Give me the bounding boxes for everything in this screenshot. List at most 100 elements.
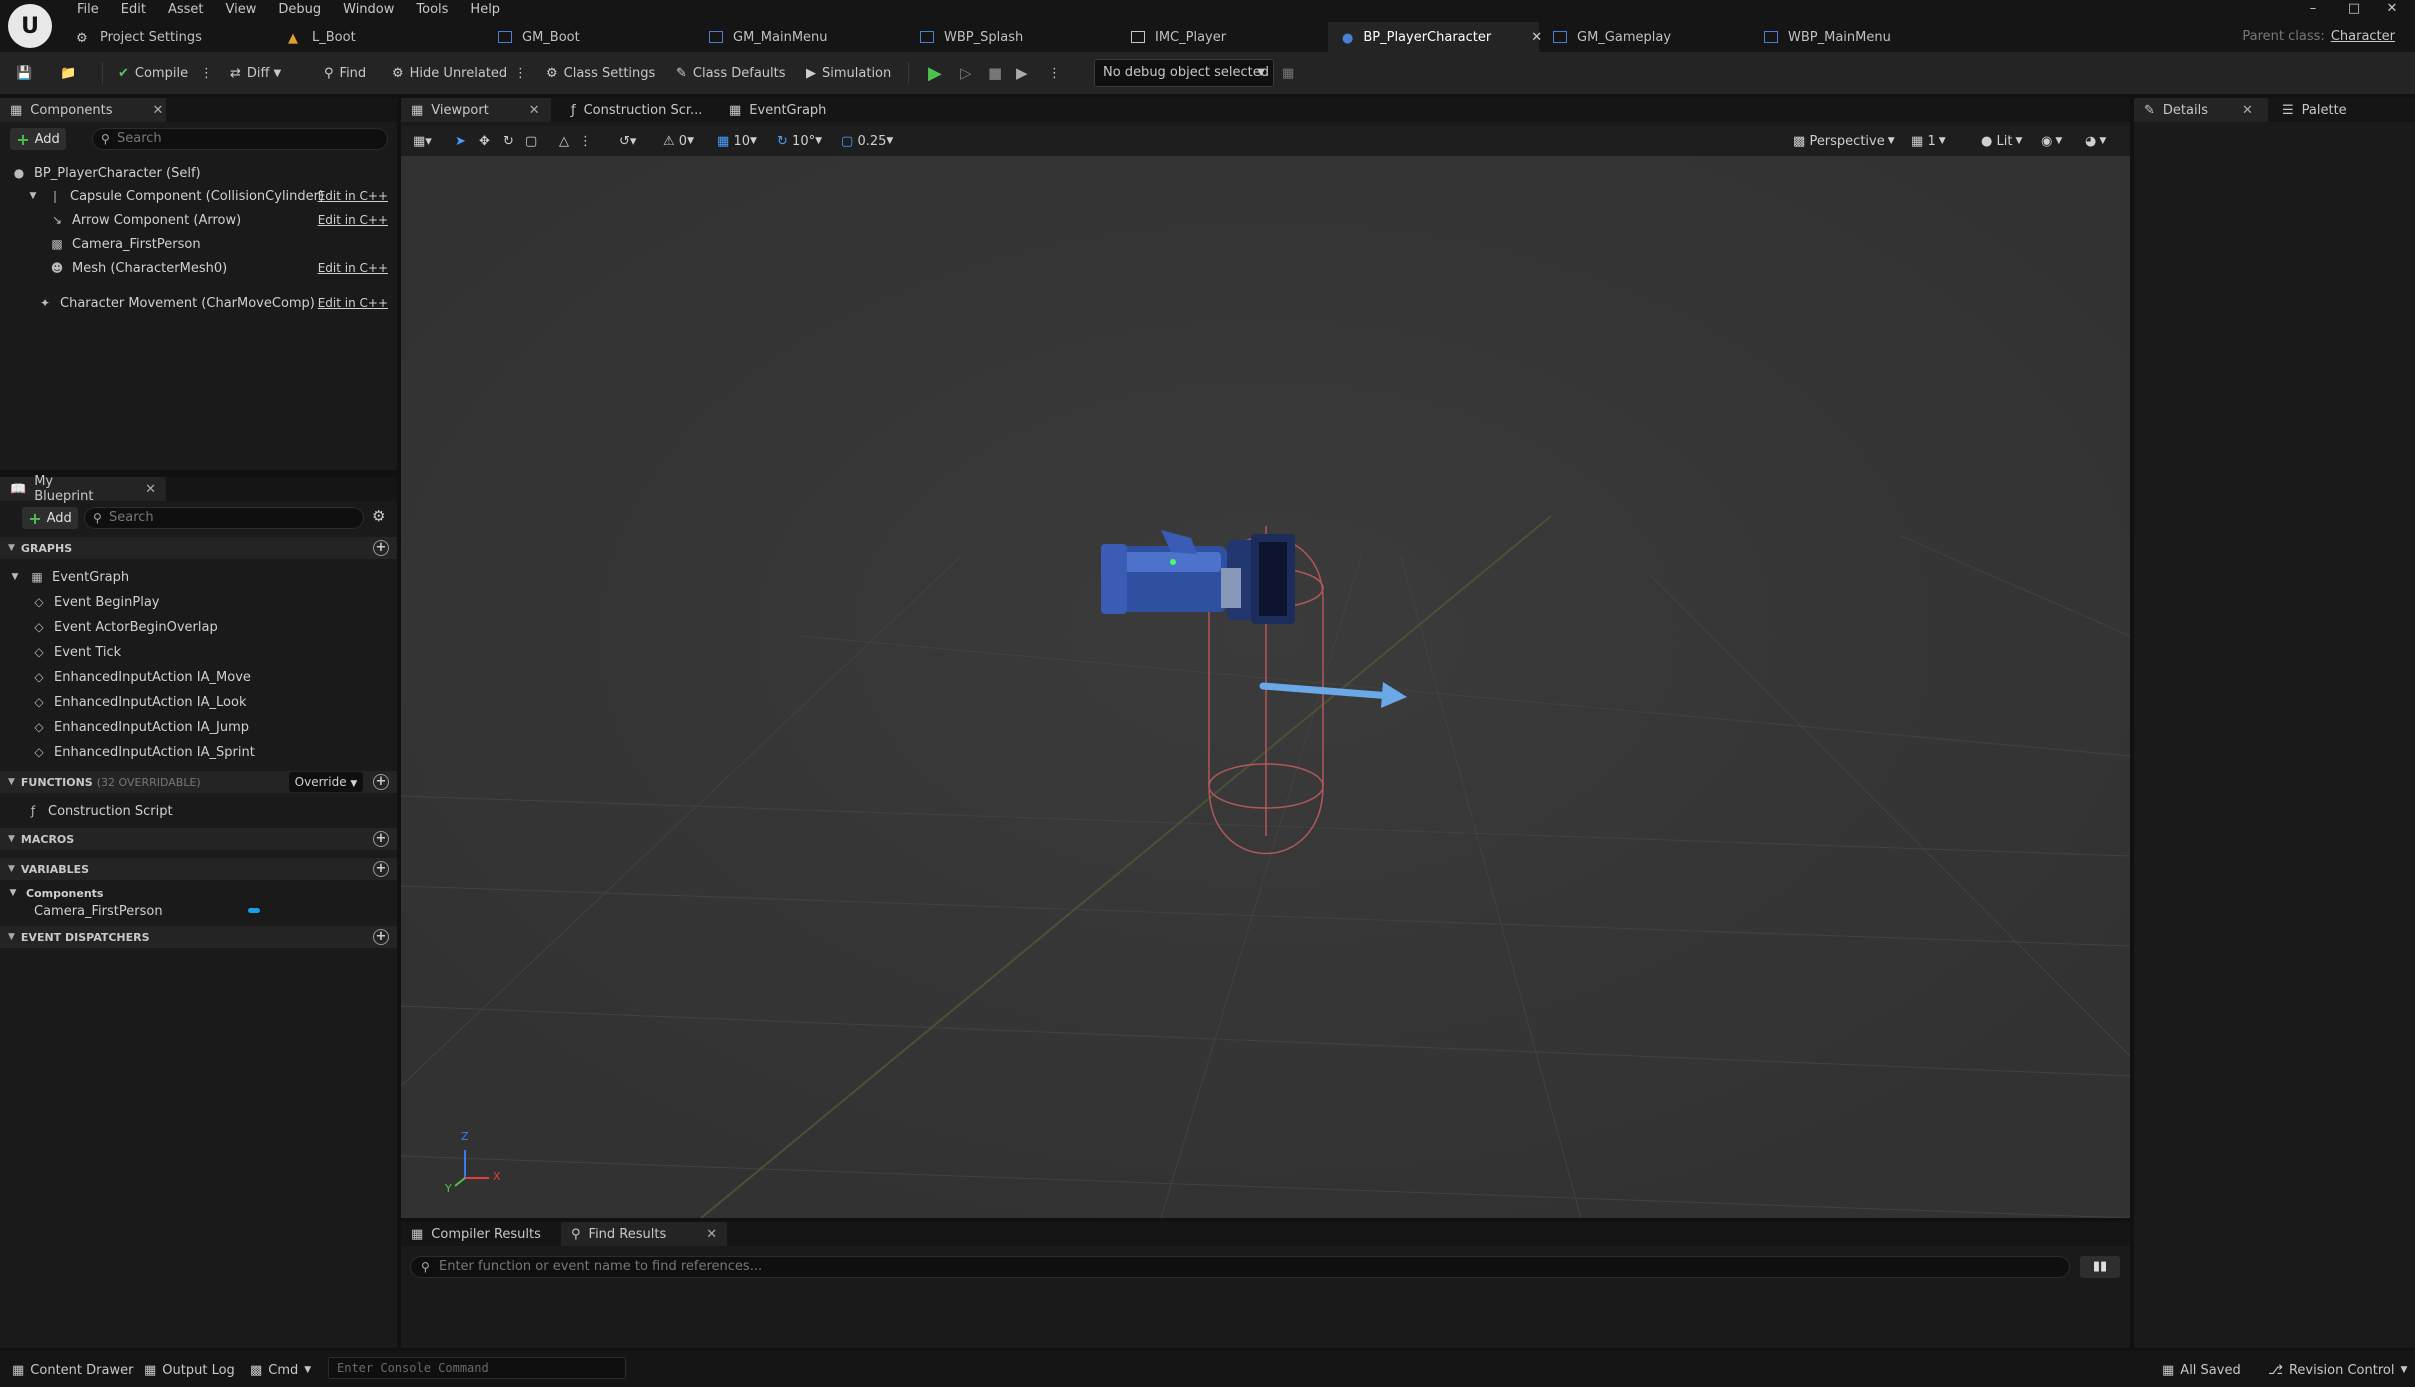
add-variable-icon[interactable]: + xyxy=(373,861,389,877)
add-function-icon[interactable]: + xyxy=(373,774,389,790)
menu-edit[interactable]: Edit xyxy=(110,0,157,20)
step-icon[interactable]: ▷ xyxy=(960,60,972,86)
event-item[interactable]: ◇ Event Tick xyxy=(32,641,392,663)
event-item[interactable]: ◇ EnhancedInputAction IA_Move xyxy=(32,666,392,688)
variable-item[interactable]: Camera_FirstPerson xyxy=(34,900,394,922)
tab-gm-mainmenu[interactable]: GM_MainMenu xyxy=(695,22,906,52)
simulation-button[interactable]: ▶ Simulation xyxy=(806,60,891,86)
function-item[interactable]: ƒ Construction Script xyxy=(26,800,386,822)
macros-section-header[interactable]: ▼ MACROS + xyxy=(0,828,397,850)
rotation-snap-toggle[interactable]: ⚠ 0 ▼ xyxy=(663,131,694,151)
add-macro-icon[interactable]: + xyxy=(373,831,389,847)
compile-button[interactable]: ✔ Compile xyxy=(118,60,188,86)
menu-file[interactable]: File xyxy=(66,0,110,20)
close-tab-icon[interactable]: ✕ xyxy=(706,1227,717,1242)
edit-in-cpp-link[interactable]: Edit in C++ xyxy=(318,296,388,310)
event-dispatchers-section-header[interactable]: ▼ EVENT DISPATCHERS + xyxy=(0,926,397,948)
event-item[interactable]: ◇ Event ActorBeginOverlap xyxy=(32,616,392,638)
override-dropdown[interactable]: Override ▼ xyxy=(289,772,363,792)
performance-dropdown[interactable]: ◕ ▼ xyxy=(2085,131,2106,151)
component-mesh[interactable]: ☻ Mesh (CharacterMesh0) Edit in C++ xyxy=(50,257,396,279)
menu-window[interactable]: Window xyxy=(332,0,405,20)
tab-find-results[interactable]: ⚲ Find Results ✕ xyxy=(561,1222,728,1246)
find-binoculars-button[interactable]: ▮▮ xyxy=(2080,1256,2120,1278)
tab-wbp-mainmenu[interactable]: WBP_MainMenu xyxy=(1750,22,1961,52)
more-options-icon[interactable]: ⋮ xyxy=(514,60,527,86)
perspective-dropdown[interactable]: ▩ Perspective ▼ xyxy=(1793,131,1895,151)
component-camera[interactable]: ▩ Camera_FirstPerson xyxy=(50,233,396,255)
event-item[interactable]: ◇ Event BeginPlay xyxy=(32,591,392,613)
class-settings-button[interactable]: ⚙ Class Settings xyxy=(546,60,655,86)
event-item[interactable]: ◇ EnhancedInputAction IA_Jump xyxy=(32,716,392,738)
parent-class-link[interactable]: Character xyxy=(2331,29,2395,44)
select-tool-icon[interactable]: ➤ xyxy=(455,131,466,151)
variables-section-header[interactable]: ▼ VARIABLES + xyxy=(0,858,397,880)
tab-construction-script[interactable]: ƒ Construction Scr... xyxy=(561,98,712,122)
tab-imc-player[interactable]: IMC_Player xyxy=(1117,22,1328,52)
tab-details[interactable]: ✎ Details ✕ xyxy=(2134,98,2268,122)
debug-object-select[interactable]: No debug object selected ▼ xyxy=(1094,59,1274,87)
rotate-tool-icon[interactable]: ↻ xyxy=(503,131,514,151)
close-tab-icon[interactable]: ✕ xyxy=(153,103,164,118)
edit-in-cpp-link[interactable]: Edit in C++ xyxy=(318,213,388,227)
menu-debug[interactable]: Debug xyxy=(267,0,332,20)
close-tab-icon[interactable]: ✕ xyxy=(529,103,540,118)
event-item[interactable]: ◇ EnhancedInputAction IA_Sprint xyxy=(32,741,392,763)
viewport-scene[interactable]: Z X Y xyxy=(401,156,2130,1218)
show-flags-dropdown[interactable]: ◉ ▼ xyxy=(2041,131,2062,151)
tab-gm-gameplay[interactable]: GM_Gameplay xyxy=(1539,22,1750,52)
compile-options-icon[interactable]: ⋮ xyxy=(200,60,213,86)
eject-icon[interactable]: ▶ xyxy=(1016,60,1028,86)
tab-viewport[interactable]: ▦ Viewport ✕ xyxy=(401,98,551,122)
content-drawer-button[interactable]: ▦ Content Drawer xyxy=(12,1360,133,1380)
collapse-arrow-icon[interactable]: ▼ xyxy=(8,888,18,898)
save-icon[interactable]: 💾 xyxy=(16,60,38,86)
close-tab-icon[interactable]: ✕ xyxy=(145,482,156,497)
minimize-icon[interactable]: – xyxy=(2301,0,2325,20)
tab-palette[interactable]: ☰ Palette xyxy=(2272,98,2357,122)
move-tool-icon[interactable]: ✥ xyxy=(479,131,490,151)
save-status[interactable]: ▦ All Saved xyxy=(2162,1360,2241,1380)
component-character-movement[interactable]: ✦ Character Movement (CharMoveComp) Edit… xyxy=(38,292,396,314)
event-graph-item[interactable]: ▼ ▦ EventGraph xyxy=(8,566,388,588)
console-command-input[interactable]: Enter Console Command xyxy=(328,1357,626,1379)
diff-button[interactable]: ⇄ Diff ▼ xyxy=(230,60,281,86)
edit-in-cpp-link[interactable]: Edit in C++ xyxy=(318,189,388,203)
scale-tool-icon[interactable]: ▢ xyxy=(525,131,537,151)
graphs-section-header[interactable]: ▼ GRAPHS + xyxy=(0,537,397,559)
close-window-icon[interactable]: ✕ xyxy=(2380,0,2404,20)
class-defaults-button[interactable]: ✎ Class Defaults xyxy=(676,60,786,86)
output-log-button[interactable]: ▦ Output Log xyxy=(144,1360,235,1380)
menu-help[interactable]: Help xyxy=(459,0,511,20)
tab-wbp-splash[interactable]: WBP_Splash xyxy=(906,22,1117,52)
maximize-icon[interactable]: □ xyxy=(2342,0,2366,20)
lit-dropdown[interactable]: ● Lit ▼ xyxy=(1981,131,2022,151)
tab-bp-playercharacter[interactable]: ● BP_PlayerCharacter ✕ xyxy=(1328,22,1542,52)
add-member-button[interactable]: + Add xyxy=(22,507,78,529)
browse-icon[interactable]: 📁 xyxy=(60,60,82,86)
hide-unrelated-button[interactable]: ⚙ Hide Unrelated xyxy=(392,60,507,86)
event-item[interactable]: ◇ EnhancedInputAction IA_Look xyxy=(32,691,392,713)
tab-l-boot[interactable]: ▲ L_Boot xyxy=(274,22,484,52)
find-references-input[interactable]: ⚲ Enter function or event name to find r… xyxy=(410,1256,2070,1278)
unreal-logo-icon[interactable]: U xyxy=(8,4,52,48)
cmd-dropdown[interactable]: ▩ Cmd ▼ xyxy=(250,1360,311,1380)
components-search-input[interactable]: ⚲ Search xyxy=(92,128,388,150)
my-blueprint-search-input[interactable]: ⚲ Search xyxy=(84,507,364,529)
menu-asset[interactable]: Asset xyxy=(157,0,215,20)
grid-snap-toggle[interactable]: ▦ 10 ▼ xyxy=(717,131,757,151)
world-local-icon[interactable]: ↺▾ xyxy=(619,131,636,151)
tab-gm-boot[interactable]: GM_Boot xyxy=(484,22,695,52)
menu-view[interactable]: View xyxy=(215,0,268,20)
viewport-options-icon[interactable]: ⋮ xyxy=(579,131,592,151)
camera-speed-dropdown[interactable]: ▦ 1 ▼ xyxy=(1911,131,1946,151)
tab-compiler-results[interactable]: ▦ Compiler Results xyxy=(401,1222,551,1246)
tab-event-graph[interactable]: ▦ EventGraph xyxy=(719,98,836,122)
component-root[interactable]: ● BP_PlayerCharacter (Self) xyxy=(12,162,392,184)
stop-icon[interactable]: ■ xyxy=(988,60,1002,86)
collapse-arrow-icon[interactable]: ▼ xyxy=(8,572,22,582)
menu-tools[interactable]: Tools xyxy=(405,0,459,20)
close-tab-icon[interactable]: ✕ xyxy=(2242,103,2253,118)
component-capsule[interactable]: ▼ ❘ Capsule Component (CollisionCylinder… xyxy=(26,185,396,207)
play-options-icon[interactable]: ⋮ xyxy=(1048,60,1061,86)
